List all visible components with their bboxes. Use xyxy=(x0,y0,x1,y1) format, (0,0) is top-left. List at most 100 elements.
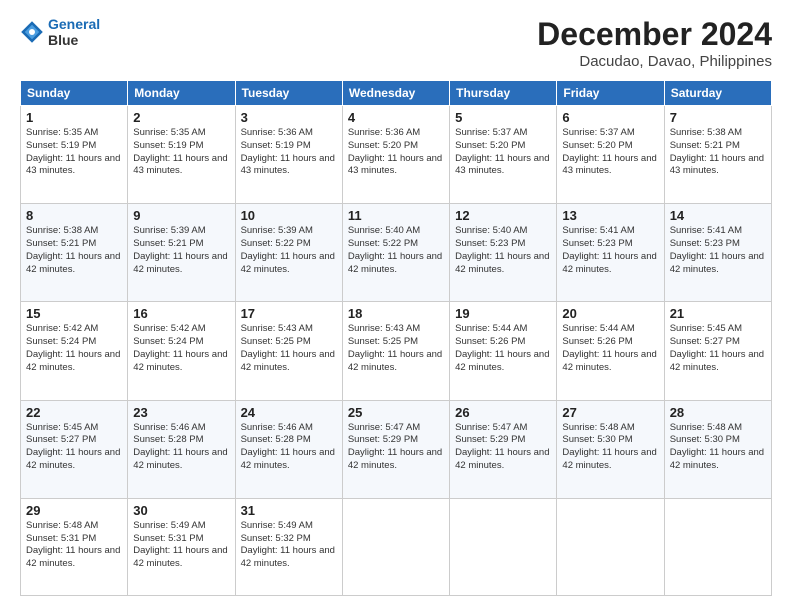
day-number: 5 xyxy=(455,110,551,125)
table-row: 4 Sunrise: 5:36 AM Sunset: 5:20 PM Dayli… xyxy=(342,106,449,204)
day-info: Sunrise: 5:44 AM Sunset: 5:26 PM Dayligh… xyxy=(455,323,551,374)
day-info: Sunrise: 5:48 AM Sunset: 5:30 PM Dayligh… xyxy=(670,422,766,473)
day-number: 12 xyxy=(455,208,551,223)
day-info: Sunrise: 5:46 AM Sunset: 5:28 PM Dayligh… xyxy=(241,422,337,473)
col-friday: Friday xyxy=(557,81,664,106)
day-number: 1 xyxy=(26,110,122,125)
table-row: 9 Sunrise: 5:39 AM Sunset: 5:21 PM Dayli… xyxy=(128,204,235,302)
logo: General Blue xyxy=(20,16,100,48)
table-row: 19 Sunrise: 5:44 AM Sunset: 5:26 PM Dayl… xyxy=(450,302,557,400)
day-number: 27 xyxy=(562,405,658,420)
day-info: Sunrise: 5:36 AM Sunset: 5:20 PM Dayligh… xyxy=(348,127,444,178)
day-number: 8 xyxy=(26,208,122,223)
table-row: 2 Sunrise: 5:35 AM Sunset: 5:19 PM Dayli… xyxy=(128,106,235,204)
day-info: Sunrise: 5:39 AM Sunset: 5:21 PM Dayligh… xyxy=(133,225,229,276)
day-info: Sunrise: 5:40 AM Sunset: 5:23 PM Dayligh… xyxy=(455,225,551,276)
day-number: 18 xyxy=(348,306,444,321)
col-saturday: Saturday xyxy=(664,81,771,106)
calendar-table: Sunday Monday Tuesday Wednesday Thursday… xyxy=(20,80,772,596)
day-info: Sunrise: 5:49 AM Sunset: 5:32 PM Dayligh… xyxy=(241,520,337,571)
logo-icon xyxy=(20,20,44,44)
day-info: Sunrise: 5:41 AM Sunset: 5:23 PM Dayligh… xyxy=(562,225,658,276)
table-row: 12 Sunrise: 5:40 AM Sunset: 5:23 PM Dayl… xyxy=(450,204,557,302)
day-number: 30 xyxy=(133,503,229,518)
day-number: 11 xyxy=(348,208,444,223)
day-info: Sunrise: 5:43 AM Sunset: 5:25 PM Dayligh… xyxy=(241,323,337,374)
table-row xyxy=(664,498,771,595)
day-info: Sunrise: 5:48 AM Sunset: 5:30 PM Dayligh… xyxy=(562,422,658,473)
table-row xyxy=(342,498,449,595)
day-number: 22 xyxy=(26,405,122,420)
day-info: Sunrise: 5:47 AM Sunset: 5:29 PM Dayligh… xyxy=(455,422,551,473)
table-row: 17 Sunrise: 5:43 AM Sunset: 5:25 PM Dayl… xyxy=(235,302,342,400)
table-row: 16 Sunrise: 5:42 AM Sunset: 5:24 PM Dayl… xyxy=(128,302,235,400)
page: General Blue December 2024 Dacudao, Dava… xyxy=(0,0,792,612)
day-number: 2 xyxy=(133,110,229,125)
day-info: Sunrise: 5:40 AM Sunset: 5:22 PM Dayligh… xyxy=(348,225,444,276)
main-title: December 2024 xyxy=(537,16,772,53)
table-row: 6 Sunrise: 5:37 AM Sunset: 5:20 PM Dayli… xyxy=(557,106,664,204)
day-number: 13 xyxy=(562,208,658,223)
table-row: 10 Sunrise: 5:39 AM Sunset: 5:22 PM Dayl… xyxy=(235,204,342,302)
day-number: 29 xyxy=(26,503,122,518)
day-number: 4 xyxy=(348,110,444,125)
table-row: 11 Sunrise: 5:40 AM Sunset: 5:22 PM Dayl… xyxy=(342,204,449,302)
calendar-header-row: Sunday Monday Tuesday Wednesday Thursday… xyxy=(21,81,772,106)
table-row: 30 Sunrise: 5:49 AM Sunset: 5:31 PM Dayl… xyxy=(128,498,235,595)
day-info: Sunrise: 5:45 AM Sunset: 5:27 PM Dayligh… xyxy=(670,323,766,374)
table-row: 15 Sunrise: 5:42 AM Sunset: 5:24 PM Dayl… xyxy=(21,302,128,400)
table-row: 22 Sunrise: 5:45 AM Sunset: 5:27 PM Dayl… xyxy=(21,400,128,498)
table-row xyxy=(450,498,557,595)
col-sunday: Sunday xyxy=(21,81,128,106)
day-number: 16 xyxy=(133,306,229,321)
table-row: 13 Sunrise: 5:41 AM Sunset: 5:23 PM Dayl… xyxy=(557,204,664,302)
day-info: Sunrise: 5:35 AM Sunset: 5:19 PM Dayligh… xyxy=(26,127,122,178)
day-number: 20 xyxy=(562,306,658,321)
col-monday: Monday xyxy=(128,81,235,106)
table-row: 18 Sunrise: 5:43 AM Sunset: 5:25 PM Dayl… xyxy=(342,302,449,400)
day-info: Sunrise: 5:42 AM Sunset: 5:24 PM Dayligh… xyxy=(133,323,229,374)
day-number: 6 xyxy=(562,110,658,125)
day-info: Sunrise: 5:43 AM Sunset: 5:25 PM Dayligh… xyxy=(348,323,444,374)
day-info: Sunrise: 5:38 AM Sunset: 5:21 PM Dayligh… xyxy=(670,127,766,178)
logo-text: General Blue xyxy=(48,16,100,48)
day-info: Sunrise: 5:36 AM Sunset: 5:19 PM Dayligh… xyxy=(241,127,337,178)
table-row: 20 Sunrise: 5:44 AM Sunset: 5:26 PM Dayl… xyxy=(557,302,664,400)
table-row: 31 Sunrise: 5:49 AM Sunset: 5:32 PM Dayl… xyxy=(235,498,342,595)
day-number: 9 xyxy=(133,208,229,223)
table-row: 25 Sunrise: 5:47 AM Sunset: 5:29 PM Dayl… xyxy=(342,400,449,498)
table-row: 24 Sunrise: 5:46 AM Sunset: 5:28 PM Dayl… xyxy=(235,400,342,498)
table-row: 23 Sunrise: 5:46 AM Sunset: 5:28 PM Dayl… xyxy=(128,400,235,498)
col-thursday: Thursday xyxy=(450,81,557,106)
table-row xyxy=(557,498,664,595)
day-number: 14 xyxy=(670,208,766,223)
table-row: 28 Sunrise: 5:48 AM Sunset: 5:30 PM Dayl… xyxy=(664,400,771,498)
day-number: 24 xyxy=(241,405,337,420)
day-number: 7 xyxy=(670,110,766,125)
day-number: 28 xyxy=(670,405,766,420)
day-info: Sunrise: 5:42 AM Sunset: 5:24 PM Dayligh… xyxy=(26,323,122,374)
day-info: Sunrise: 5:45 AM Sunset: 5:27 PM Dayligh… xyxy=(26,422,122,473)
col-wednesday: Wednesday xyxy=(342,81,449,106)
day-number: 3 xyxy=(241,110,337,125)
day-info: Sunrise: 5:37 AM Sunset: 5:20 PM Dayligh… xyxy=(455,127,551,178)
subtitle: Dacudao, Davao, Philippines xyxy=(537,53,772,70)
day-info: Sunrise: 5:38 AM Sunset: 5:21 PM Dayligh… xyxy=(26,225,122,276)
title-area: December 2024 Dacudao, Davao, Philippine… xyxy=(537,16,772,70)
table-row: 21 Sunrise: 5:45 AM Sunset: 5:27 PM Dayl… xyxy=(664,302,771,400)
day-info: Sunrise: 5:49 AM Sunset: 5:31 PM Dayligh… xyxy=(133,520,229,571)
table-row: 29 Sunrise: 5:48 AM Sunset: 5:31 PM Dayl… xyxy=(21,498,128,595)
day-info: Sunrise: 5:41 AM Sunset: 5:23 PM Dayligh… xyxy=(670,225,766,276)
table-row: 14 Sunrise: 5:41 AM Sunset: 5:23 PM Dayl… xyxy=(664,204,771,302)
table-row: 1 Sunrise: 5:35 AM Sunset: 5:19 PM Dayli… xyxy=(21,106,128,204)
day-number: 21 xyxy=(670,306,766,321)
day-info: Sunrise: 5:47 AM Sunset: 5:29 PM Dayligh… xyxy=(348,422,444,473)
day-number: 25 xyxy=(348,405,444,420)
day-number: 15 xyxy=(26,306,122,321)
day-info: Sunrise: 5:35 AM Sunset: 5:19 PM Dayligh… xyxy=(133,127,229,178)
day-number: 17 xyxy=(241,306,337,321)
table-row: 8 Sunrise: 5:38 AM Sunset: 5:21 PM Dayli… xyxy=(21,204,128,302)
table-row: 26 Sunrise: 5:47 AM Sunset: 5:29 PM Dayl… xyxy=(450,400,557,498)
day-number: 10 xyxy=(241,208,337,223)
day-info: Sunrise: 5:44 AM Sunset: 5:26 PM Dayligh… xyxy=(562,323,658,374)
